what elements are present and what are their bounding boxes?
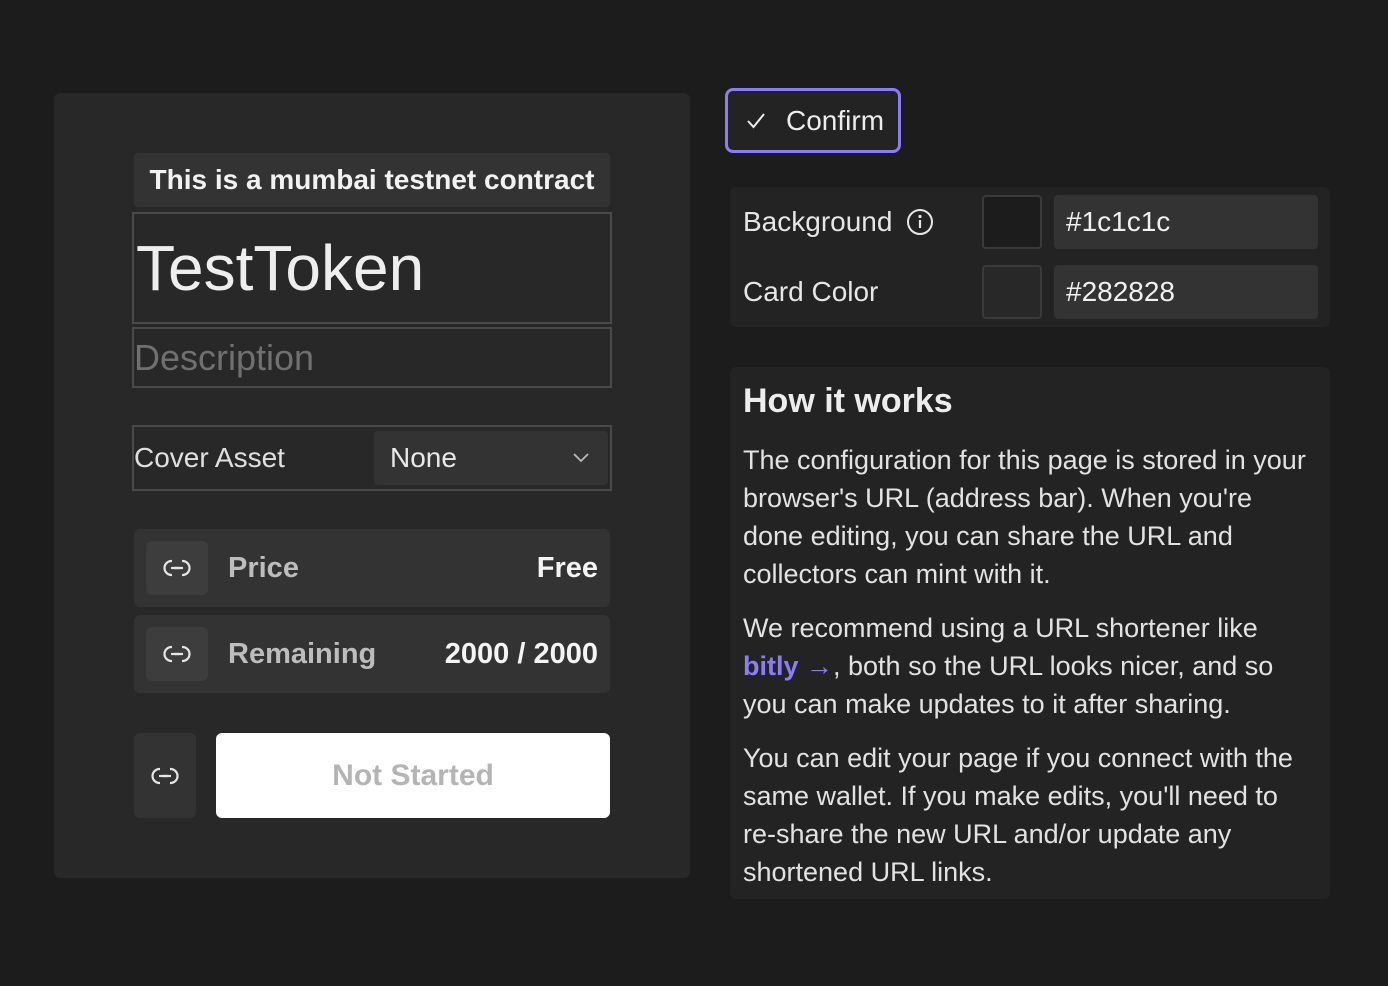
how-it-works-panel: How it works The configuration for this … <box>730 367 1330 899</box>
confirm-button[interactable]: Confirm <box>725 88 901 153</box>
link-icon <box>151 766 179 785</box>
remaining-label: Remaining <box>228 637 377 670</box>
background-label: Background <box>743 206 934 238</box>
how-paragraph-3: You can edit your page if you connect wi… <box>743 743 1293 887</box>
remaining-value: 2000 / 2000 <box>444 637 598 670</box>
background-hex-input[interactable]: #1c1c1c <box>1054 195 1318 249</box>
background-label-text: Background <box>743 206 893 237</box>
color-settings-panel: Background #1c1c1c Card Color #282828 <box>730 187 1330 327</box>
cover-asset-select[interactable]: None <box>374 431 608 485</box>
background-swatch[interactable] <box>982 195 1042 249</box>
remaining-row: Remaining 2000 / 2000 <box>134 615 610 693</box>
testnet-banner: This is a mumbai testnet contract <box>134 153 610 207</box>
remaining-link-button[interactable] <box>146 627 208 681</box>
cover-asset-value: None <box>390 442 457 473</box>
price-row: Price Free <box>134 529 610 607</box>
cover-asset-label: Cover Asset <box>134 442 285 473</box>
price-value: Free <box>536 551 598 584</box>
card-color-row: Card Color #282828 <box>730 264 1330 320</box>
how-it-works-title: How it works <box>743 382 953 420</box>
chevron-down-icon <box>573 453 589 463</box>
not-started-button[interactable]: Not Started <box>216 733 610 818</box>
card-color-hex-input[interactable]: #282828 <box>1054 265 1318 319</box>
check-icon <box>746 112 766 130</box>
card-color-swatch[interactable] <box>982 265 1042 319</box>
link-icon <box>163 559 191 577</box>
description-field[interactable]: Description <box>132 327 612 388</box>
price-label: Price <box>228 551 299 584</box>
mint-link-button[interactable] <box>134 733 196 818</box>
info-icon[interactable] <box>906 208 934 236</box>
link-icon <box>163 645 191 663</box>
how-paragraph-2-start: We recommend using a URL shortener like <box>743 613 1258 643</box>
how-paragraph-1: The configuration for this page is store… <box>743 445 1306 589</box>
price-link-button[interactable] <box>146 541 208 595</box>
bitly-link[interactable]: bitly → <box>743 651 833 681</box>
background-color-row: Background #1c1c1c <box>730 194 1330 250</box>
cover-asset-row: Cover Asset None <box>132 425 612 491</box>
token-card: This is a mumbai testnet contract TestTo… <box>54 93 690 878</box>
how-paragraph-2: We recommend using a URL shortener like … <box>743 609 1317 723</box>
card-color-label: Card Color <box>743 276 879 307</box>
title-field[interactable]: TestToken <box>132 212 612 324</box>
confirm-label: Confirm <box>786 104 885 136</box>
